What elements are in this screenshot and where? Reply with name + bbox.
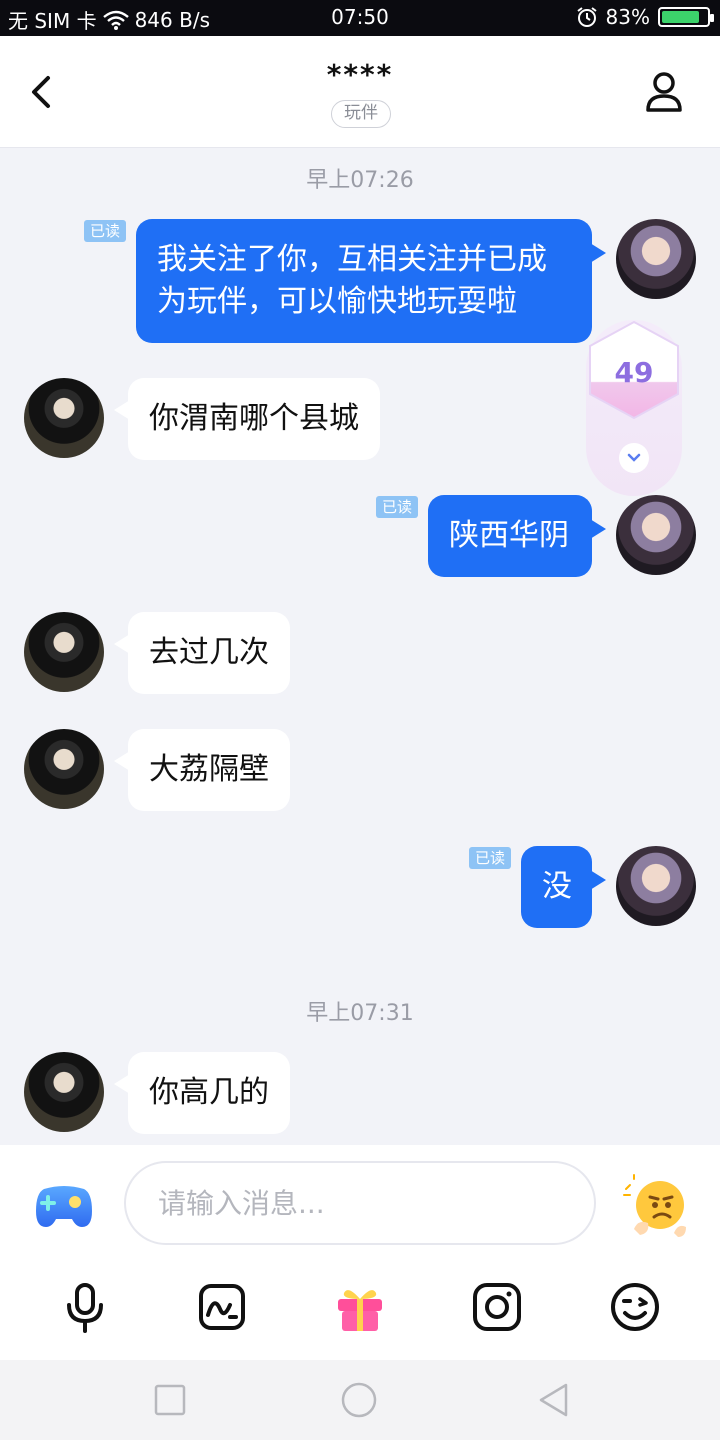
message-bubble-sent[interactable]: 没 [521, 846, 606, 928]
chat-title: **** [326, 58, 394, 91]
gift-icon[interactable] [332, 1279, 388, 1335]
emoji-sticker-icon[interactable] [620, 1171, 692, 1243]
my-avatar[interactable] [616, 495, 696, 575]
message-bubble-received[interactable]: 你高几的 [114, 1052, 290, 1134]
message-text: 大荔隔壁 [149, 752, 269, 787]
doodle-icon[interactable] [194, 1279, 250, 1335]
read-badge: 已读 [469, 847, 512, 869]
contact-avatar[interactable] [24, 612, 104, 692]
message-text: 去过几次 [149, 635, 269, 670]
microphone-icon[interactable] [57, 1279, 113, 1335]
status-bar: 无 SIM 卡 846 B/s 07:50 83% [0, 0, 720, 36]
message-bubble-received[interactable]: 你渭南哪个县城 [114, 378, 380, 460]
contact-avatar[interactable] [24, 729, 104, 809]
intimacy-value: 49 [614, 356, 654, 389]
chevron-down-icon[interactable] [619, 443, 649, 473]
battery-percent: 83% [605, 5, 650, 29]
chat-header: **** 玩伴 [0, 36, 720, 148]
timestamp: 早上07:26 [306, 168, 414, 193]
message-bubble-received[interactable]: 大荔隔壁 [114, 729, 290, 811]
relationship-tag: 玩伴 [331, 100, 391, 128]
message-text: 没 [542, 869, 572, 904]
message-bubble-sent[interactable]: 我关注了你，互相关注并已成 为玩伴，可以愉快地玩耍啦 [136, 219, 606, 343]
message-text: 为玩伴，可以愉快地玩耍啦 [157, 284, 517, 319]
camera-icon[interactable] [469, 1279, 525, 1335]
message-input[interactable] [124, 1161, 596, 1245]
my-avatar[interactable] [616, 219, 696, 299]
message-bubble-sent[interactable]: 陕西华阴 [428, 495, 606, 577]
profile-icon[interactable] [644, 70, 684, 114]
message-text: 你渭南哪个县城 [149, 401, 359, 436]
input-bar [0, 1145, 720, 1360]
contact-avatar[interactable] [24, 378, 104, 458]
contact-avatar[interactable] [24, 1052, 104, 1132]
timestamp: 早上07:31 [306, 1001, 414, 1026]
gamepad-icon[interactable] [34, 1175, 94, 1235]
emoji-icon[interactable] [607, 1279, 663, 1335]
intimacy-badge[interactable]: 49 [586, 320, 682, 496]
battery-icon [658, 7, 714, 27]
message-text: 我关注了你，互相关注并已成 [157, 242, 547, 277]
message-bubble-received[interactable]: 去过几次 [114, 612, 290, 694]
home-icon[interactable] [341, 1382, 377, 1418]
recent-apps-icon[interactable] [152, 1382, 188, 1418]
message-text: 你高几的 [149, 1075, 269, 1110]
message-input-field[interactable] [126, 1163, 594, 1243]
navigation-bar [0, 1360, 720, 1440]
my-avatar[interactable] [616, 846, 696, 926]
alarm-icon [576, 7, 597, 27]
message-text: 陕西华阴 [449, 518, 569, 553]
back-icon[interactable] [536, 1382, 572, 1418]
read-badge: 已读 [84, 220, 127, 242]
toolbar [0, 1279, 720, 1343]
read-badge: 已读 [376, 496, 419, 518]
